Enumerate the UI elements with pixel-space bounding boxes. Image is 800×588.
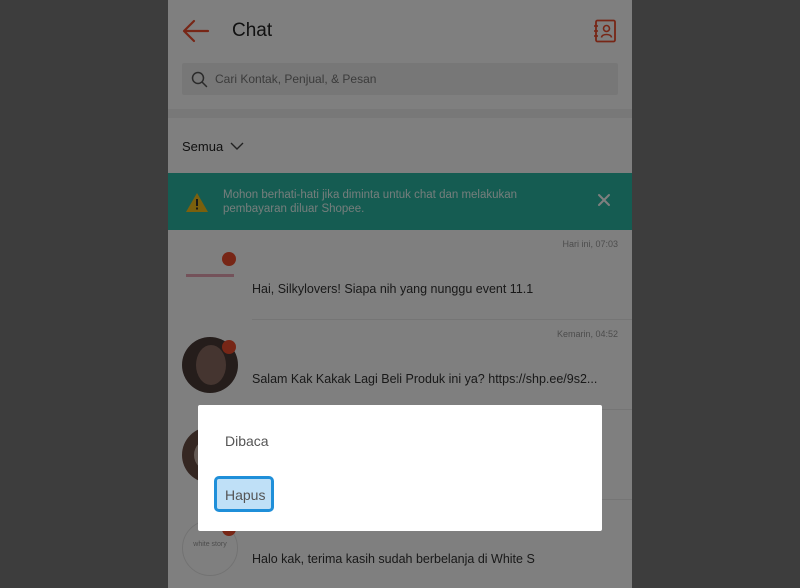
delete-option-label: Hapus	[225, 487, 266, 503]
mark-read-option[interactable]: Dibaca	[225, 433, 269, 449]
chat-options-dialog: Dibaca Hapus	[198, 405, 602, 531]
delete-option[interactable]: Hapus	[214, 476, 274, 512]
